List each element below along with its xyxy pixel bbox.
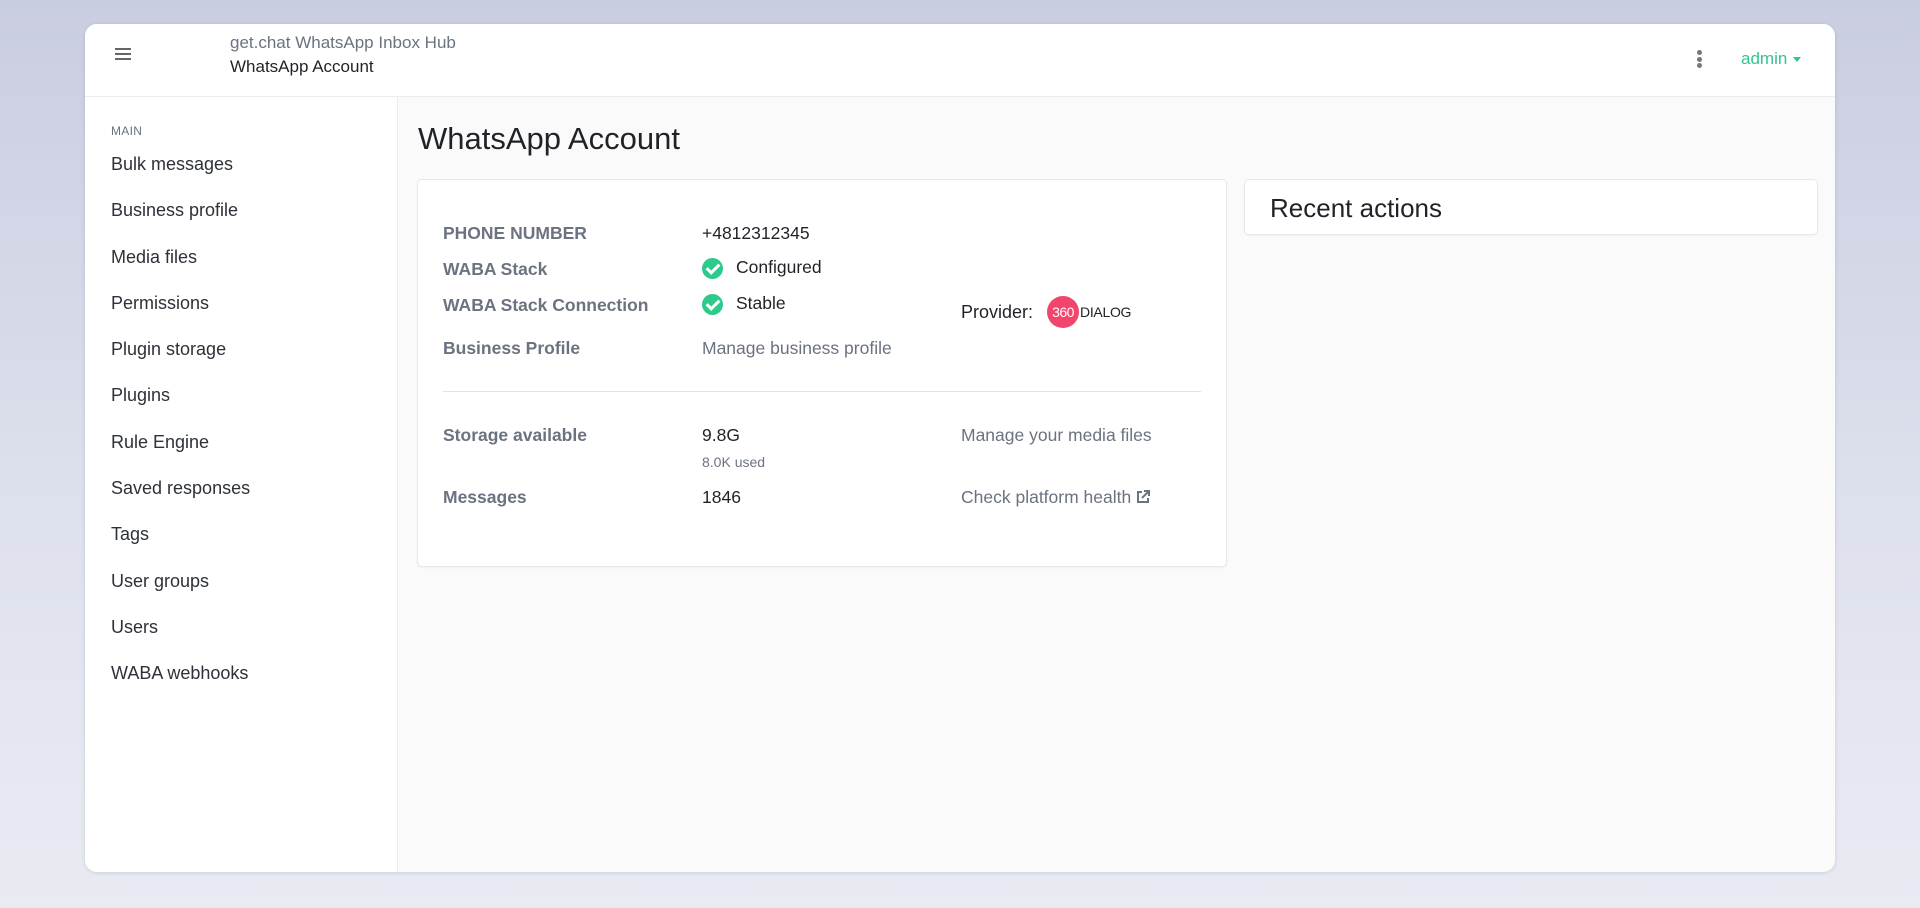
sidebar-item-permissions[interactable]: Permissions: [111, 292, 250, 338]
manage-business-profile-link[interactable]: Manage business profile: [702, 338, 892, 359]
page-title: WhatsApp Account: [418, 121, 680, 156]
account-card: PHONE NUMBER +4812312345 WABA Stack Conf…: [418, 180, 1226, 566]
manage-media-link[interactable]: Manage your media files: [961, 425, 1152, 446]
stack-status: Configured: [702, 257, 822, 279]
sidebar: MAIN Bulk messages Business profile Medi…: [85, 97, 398, 872]
user-menu-button[interactable]: admin: [1741, 49, 1802, 69]
app-window: get.chat WhatsApp Inbox Hub WhatsApp Acc…: [85, 24, 1835, 872]
storage-value: 9.8G: [702, 425, 740, 445]
recent-actions-card: Recent actions: [1245, 180, 1817, 234]
app-title: get.chat WhatsApp Inbox Hub: [230, 33, 456, 52]
connection-value: Stable: [736, 293, 786, 313]
messages-label: Messages: [443, 487, 527, 507]
menu-icon[interactable]: [115, 48, 131, 62]
recent-actions-title: Recent actions: [1270, 193, 1442, 223]
provider-label: Provider:: [961, 301, 1034, 322]
sidebar-item-bulk-messages[interactable]: Bulk messages: [111, 153, 250, 199]
provider-logo-text: DIALOG: [1080, 304, 1132, 320]
stack-value: Configured: [736, 257, 822, 277]
sidebar-item-waba-webhooks[interactable]: WABA webhooks: [111, 662, 250, 708]
sidebar-item-rule-engine[interactable]: Rule Engine: [111, 431, 250, 477]
storage-label: Storage available: [443, 425, 587, 445]
provider-logo-mark: 360: [1047, 296, 1080, 328]
sidebar-item-media-files[interactable]: Media files: [111, 246, 250, 292]
connection-label: WABA Stack Connection: [443, 295, 649, 315]
stack-label: WABA Stack: [443, 259, 548, 279]
breadcrumb-page: WhatsApp Account: [230, 57, 374, 76]
storage-used: 8.0K used: [702, 454, 766, 470]
external-link-icon: [1137, 490, 1151, 503]
sidebar-item-plugins[interactable]: Plugins: [111, 384, 250, 430]
main-content: WhatsApp Account PHONE NUMBER +481231234…: [398, 97, 1835, 872]
messages-value: 1846: [702, 487, 741, 507]
phone-value: +4812312345: [702, 223, 810, 243]
sidebar-heading: MAIN: [111, 124, 143, 138]
sidebar-item-business-profile[interactable]: Business profile: [111, 199, 250, 245]
top-bar: get.chat WhatsApp Inbox Hub WhatsApp Acc…: [85, 24, 1835, 97]
more-options-icon[interactable]: [1695, 50, 1703, 70]
sidebar-item-plugin-storage[interactable]: Plugin storage: [111, 338, 250, 384]
sidebar-item-user-groups[interactable]: User groups: [111, 570, 250, 616]
connection-status: Stable: [702, 293, 786, 315]
sidebar-list: Bulk messages Business profile Media fil…: [111, 153, 250, 709]
check-circle-icon: [702, 257, 723, 279]
sidebar-item-saved-responses[interactable]: Saved responses: [111, 477, 250, 523]
platform-health-label: Check platform health: [961, 487, 1132, 507]
check-circle-icon: [702, 293, 723, 315]
caret-down-icon: [1793, 57, 1802, 63]
provider-logo: 360 DIALOG: [1047, 296, 1131, 328]
phone-label: PHONE NUMBER: [443, 223, 587, 243]
divider: [443, 391, 1201, 392]
provider: Provider: 360 DIALOG: [961, 296, 1131, 328]
sidebar-item-tags[interactable]: Tags: [111, 523, 250, 569]
business-profile-label: Business Profile: [443, 338, 581, 358]
sidebar-item-users[interactable]: Users: [111, 616, 250, 662]
user-name: admin: [1741, 49, 1788, 68]
platform-health-link[interactable]: Check platform health: [961, 487, 1151, 508]
